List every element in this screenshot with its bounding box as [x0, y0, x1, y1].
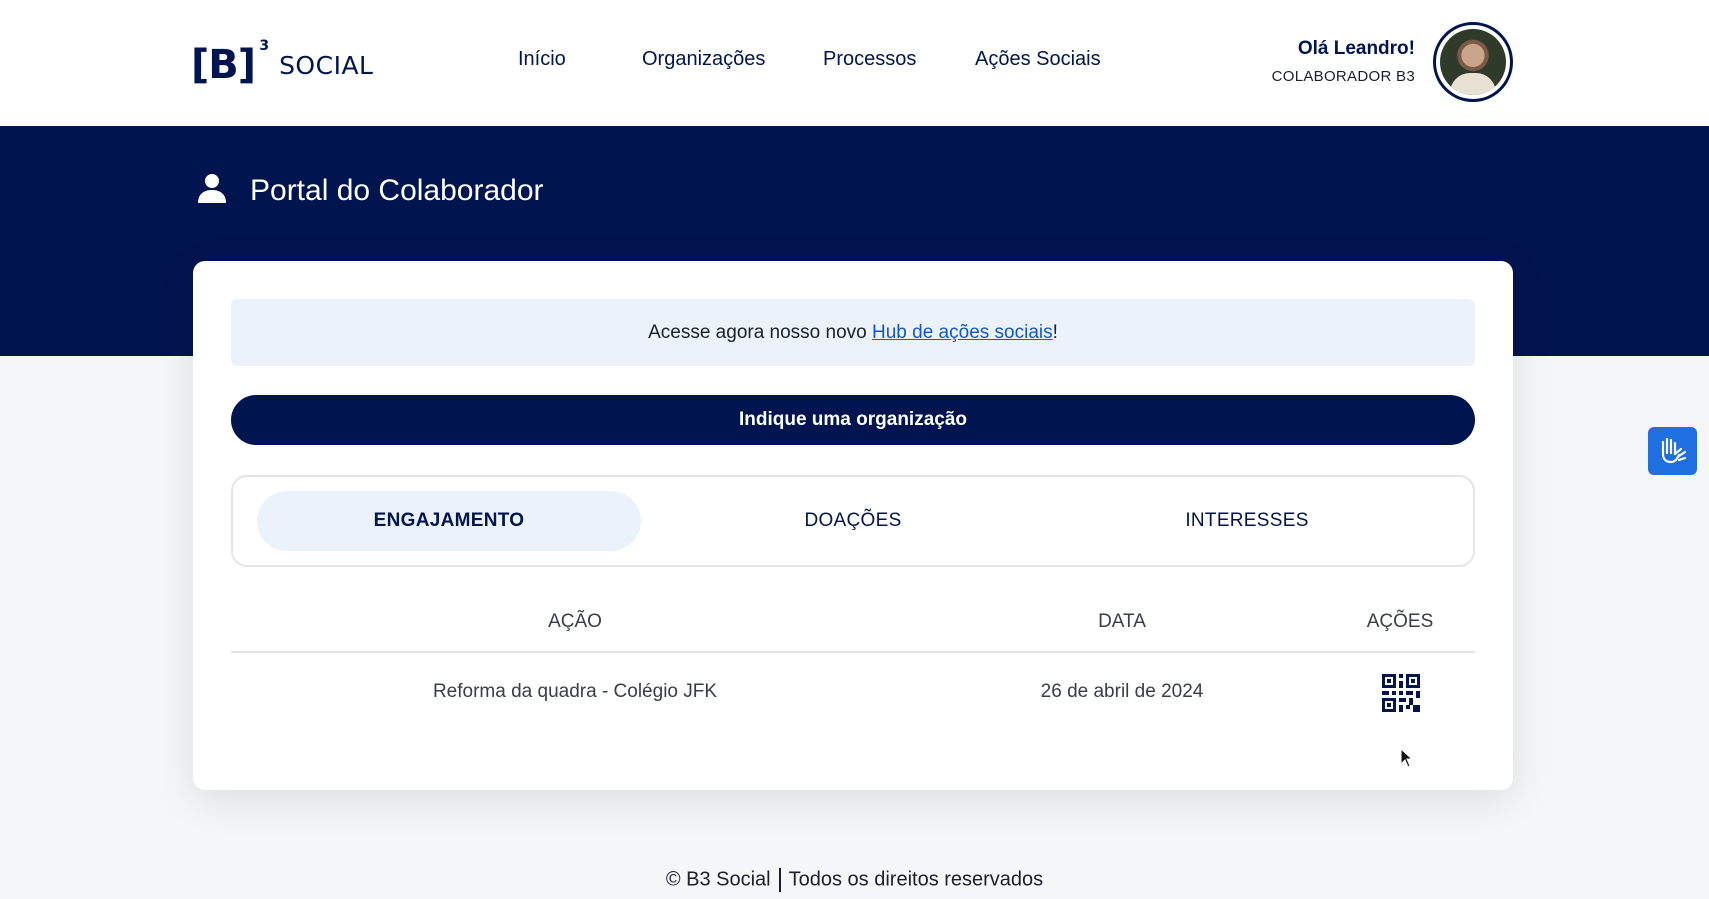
user-icon — [196, 172, 228, 209]
nav-item-processos[interactable]: Processos — [823, 48, 916, 71]
user-info: Olá Leandro! COLABORADOR B3 — [1272, 38, 1415, 85]
b3-social-logo[interactable]: [B] 3 SOCIAL — [191, 39, 374, 90]
cell-data: 26 de abril de 2024 — [1040, 681, 1204, 702]
tab-interesses[interactable]: INTERESSES — [1055, 491, 1439, 551]
sign-language-icon — [1657, 434, 1689, 469]
page-title-text: Portal do Colaborador — [250, 173, 544, 207]
column-header-acao: AÇÃO — [548, 611, 602, 632]
user-greeting: Olá Leandro! — [1297, 38, 1415, 59]
tab-bar: ENGAJAMENTO DOAÇÕES INTERESSES — [231, 475, 1475, 567]
footer-rights: Todos os direitos reservados — [788, 868, 1044, 891]
column-header-data: DATA — [1098, 611, 1146, 632]
sign-language-accessibility-button[interactable] — [1648, 427, 1697, 475]
nav-item-acoes-sociais[interactable]: Ações Sociais — [975, 48, 1101, 71]
tab-engajamento[interactable]: ENGAJAMENTO — [257, 491, 641, 551]
logo-text: SOCIAL — [279, 50, 374, 80]
cell-acao: Reforma da quadra - Colégio JFK — [432, 681, 718, 702]
table-header: AÇÃO DATA AÇÕES — [231, 601, 1475, 653]
qr-code-icon[interactable] — [1382, 674, 1420, 712]
column-header-acoes: AÇÕES — [1366, 611, 1434, 632]
indicate-organization-button[interactable]: Indique uma organização — [231, 395, 1475, 445]
mouse-cursor-icon — [1400, 747, 1414, 773]
footer-copyright: © B3 Social — [665, 868, 771, 891]
page-title: Portal do Colaborador — [196, 172, 544, 209]
nav-item-inicio[interactable]: Início — [518, 48, 566, 71]
notice-prefix: Acesse agora nosso novo — [648, 321, 873, 343]
nav-item-organizacoes[interactable]: Organizações — [642, 48, 765, 71]
notice-suffix: ! — [1052, 321, 1058, 343]
avatar-photo — [1440, 29, 1506, 95]
tab-doacoes[interactable]: DOAÇÕES — [661, 491, 1045, 551]
user-role: COLABORADOR B3 — [1271, 68, 1415, 85]
main-card: Acesse agora nosso novo Hub de ações soc… — [193, 261, 1513, 790]
hub-link[interactable]: Hub de ações sociais — [872, 322, 1053, 344]
notice-banner: Acesse agora nosso novo Hub de ações soc… — [231, 299, 1475, 366]
top-header: [B] 3 SOCIAL Início Organizações Process… — [0, 0, 1709, 126]
logo-superscript: 3 — [259, 38, 269, 54]
logo-mark: [B] 3 — [191, 39, 269, 88]
footer-divider — [778, 868, 781, 892]
logo-mark-text: [B] — [191, 42, 256, 88]
footer: © B3 Social Todos os direitos reservados — [0, 868, 1709, 892]
avatar[interactable] — [1433, 22, 1513, 102]
